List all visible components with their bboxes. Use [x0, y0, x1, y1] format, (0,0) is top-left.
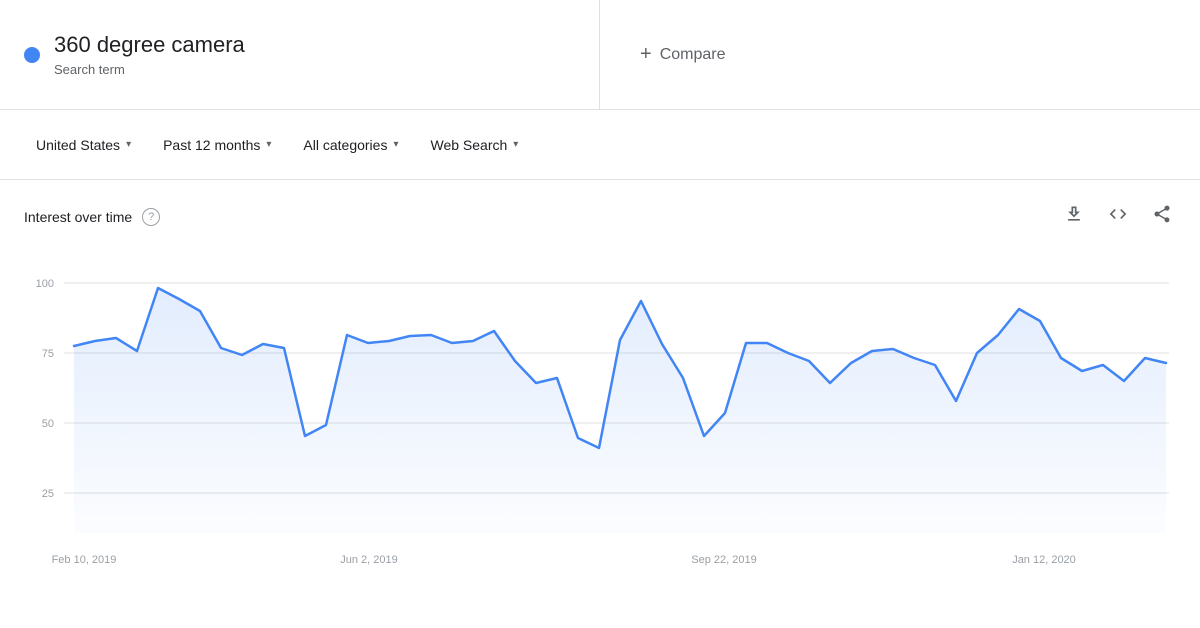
y-label-75: 75 [42, 348, 54, 360]
x-label-jan: Jan 12, 2020 [1012, 554, 1076, 566]
x-label-jun: Jun 2, 2019 [340, 554, 398, 566]
x-label-sep: Sep 22, 2019 [691, 554, 756, 566]
x-label-feb: Feb 10, 2019 [52, 554, 117, 566]
search-dot [24, 47, 40, 63]
y-label-25: 25 [42, 488, 54, 500]
embed-icon [1108, 204, 1128, 224]
time-chevron-icon: ▾ [266, 139, 271, 150]
help-icon[interactable]: ? [142, 208, 160, 226]
time-filter[interactable]: Past 12 months ▾ [151, 129, 283, 161]
download-button[interactable] [1060, 200, 1088, 233]
location-chevron-icon: ▾ [126, 139, 131, 150]
compare-label: Compare [660, 46, 726, 64]
y-label-100: 100 [36, 278, 54, 290]
search-title: 360 degree camera [54, 32, 245, 58]
time-label: Past 12 months [163, 137, 260, 153]
search-subtitle: Search term [54, 62, 245, 77]
share-button[interactable] [1148, 200, 1176, 233]
trend-area [74, 288, 1166, 533]
chart-header: Interest over time ? [24, 200, 1176, 233]
compare-panel: + Compare [600, 0, 1200, 109]
chart-actions [1060, 200, 1176, 233]
chart-title: Interest over time [24, 209, 132, 225]
search-type-filter[interactable]: Web Search ▾ [418, 129, 530, 161]
share-icon [1152, 204, 1172, 224]
download-icon [1064, 204, 1084, 224]
search-type-chevron-icon: ▾ [513, 139, 518, 150]
y-label-50: 50 [42, 418, 54, 430]
chart-section: Interest over time ? [0, 180, 1200, 623]
location-filter[interactable]: United States ▾ [24, 129, 143, 161]
help-icon-label: ? [148, 211, 154, 223]
embed-button[interactable] [1104, 200, 1132, 233]
header: 360 degree camera Search term + Compare [0, 0, 1200, 110]
chart-container: 100 75 50 25 Feb 10, 2019 Jun 2, 2019 Se… [24, 253, 1176, 613]
search-type-label: Web Search [430, 137, 507, 153]
trend-chart: 100 75 50 25 Feb 10, 2019 Jun 2, 2019 Se… [24, 253, 1176, 613]
compare-button[interactable]: + Compare [640, 43, 726, 66]
chart-title-group: Interest over time ? [24, 208, 160, 226]
filter-bar: United States ▾ Past 12 months ▾ All cat… [0, 110, 1200, 180]
search-info: 360 degree camera Search term [54, 32, 245, 77]
location-label: United States [36, 137, 120, 153]
category-filter[interactable]: All categories ▾ [291, 129, 410, 161]
category-label: All categories [303, 137, 387, 153]
plus-icon: + [640, 43, 652, 66]
category-chevron-icon: ▾ [393, 139, 398, 150]
search-term-panel: 360 degree camera Search term [0, 0, 600, 109]
